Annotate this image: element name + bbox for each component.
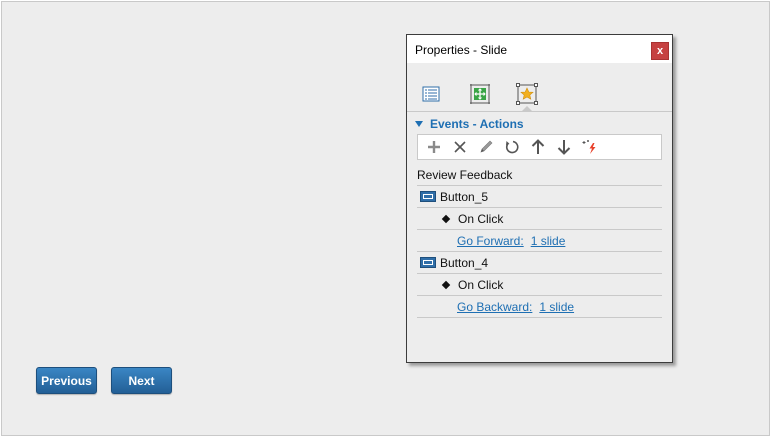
event-name: On Click <box>458 277 504 292</box>
event-name: On Click <box>458 211 504 226</box>
edit-action-button[interactable] <box>476 137 496 157</box>
refresh-icon <box>505 140 519 154</box>
tab-divider <box>407 111 672 112</box>
button-object-icon <box>420 257 436 268</box>
properties-panel: Properties - Slide x Events - Actions Re… <box>406 34 673 363</box>
object-row-button-4[interactable]: Button_4 <box>417 252 662 274</box>
panel-header: Properties - Slide x <box>407 35 672 63</box>
actions-toolbar <box>417 134 662 160</box>
add-action-button[interactable] <box>424 137 444 157</box>
slide-size-icon <box>470 84 490 104</box>
panel-title: Properties - Slide <box>415 43 508 57</box>
delete-icon <box>454 141 466 153</box>
add-icon <box>428 141 440 153</box>
action-link[interactable]: Go Backward: <box>457 300 532 314</box>
tab-properties[interactable] <box>418 82 444 106</box>
events-star-icon <box>516 83 538 105</box>
slide-name: Review Feedback <box>417 167 513 182</box>
move-down-icon <box>557 140 571 155</box>
tab-size-position[interactable] <box>467 82 493 106</box>
move-up-icon <box>531 139 545 154</box>
action-target-link[interactable]: 1 slide <box>531 234 566 248</box>
button-object-icon <box>420 191 436 202</box>
move-down-button[interactable] <box>554 137 574 157</box>
object-name: Button_4 <box>440 255 489 270</box>
trigger-icon <box>582 140 596 154</box>
object-row-button-5[interactable]: Button_5 <box>417 186 662 208</box>
list-properties-icon <box>422 86 440 102</box>
active-tab-indicator <box>521 106 533 112</box>
section-events-actions[interactable]: Events - Actions <box>415 117 524 131</box>
event-diamond-icon <box>441 280 451 289</box>
section-title: Events - Actions <box>430 117 524 131</box>
refresh-action-button[interactable] <box>502 137 522 157</box>
action-row-button-5: Go Forward: 1 slide <box>417 230 662 252</box>
next-button[interactable]: Next <box>111 367 172 394</box>
delete-action-button[interactable] <box>450 137 470 157</box>
trigger-action-button[interactable] <box>580 137 600 157</box>
tab-events[interactable] <box>514 82 540 106</box>
move-up-button[interactable] <box>528 137 548 157</box>
event-row-button-4[interactable]: On Click <box>417 274 662 296</box>
object-name: Button_5 <box>440 189 489 204</box>
event-row-button-5[interactable]: On Click <box>417 208 662 230</box>
previous-button[interactable]: Previous <box>36 367 97 394</box>
slide-name-row: Review Feedback <box>417 164 662 186</box>
close-button[interactable]: x <box>651 42 669 60</box>
event-diamond-icon <box>441 214 451 223</box>
action-link[interactable]: Go Forward: <box>457 234 524 248</box>
collapse-triangle-icon <box>415 121 423 127</box>
action-row-button-4: Go Backward: 1 slide <box>417 296 662 318</box>
edit-icon <box>480 140 493 153</box>
action-target-link[interactable]: 1 slide <box>539 300 574 314</box>
